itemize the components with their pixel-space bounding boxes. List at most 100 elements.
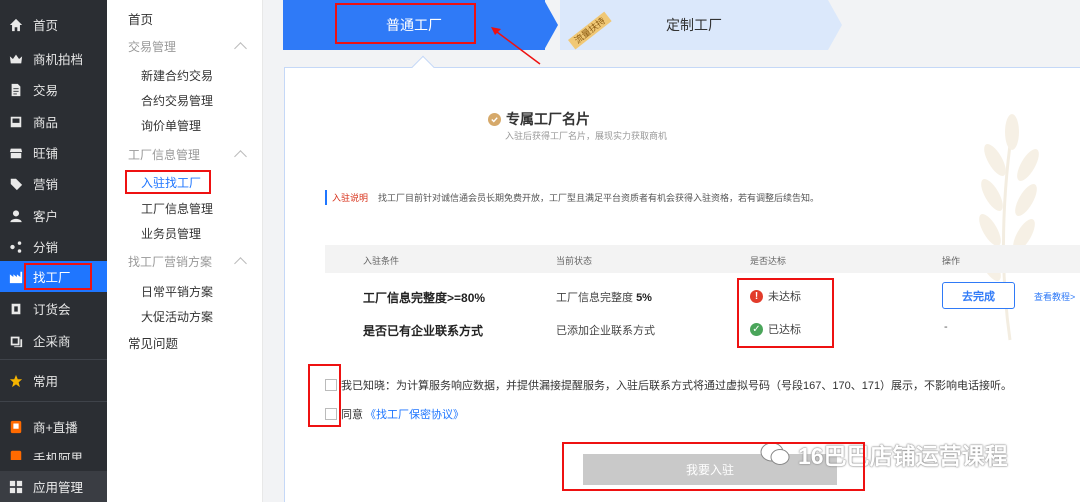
- live-icon: [8, 419, 24, 435]
- sidebar-item-label: 旺铺: [33, 147, 59, 161]
- sidebar-item-order-fair[interactable]: 订货会: [0, 293, 107, 324]
- sidebar-item-live[interactable]: 商+直播: [0, 411, 107, 442]
- view-tutorial-link[interactable]: 查看教程>: [1034, 290, 1075, 303]
- sidebar-item-favorites[interactable]: 常用: [0, 365, 107, 396]
- sidebar-item-label: 手机阿里: [33, 452, 84, 460]
- tab-arrow: [828, 0, 842, 50]
- condition-text: 工厂信息完整度>=80%: [363, 291, 486, 305]
- status-text: 工厂信息完整度 5%: [556, 289, 652, 305]
- share-icon: [8, 239, 24, 255]
- phone-icon: [8, 448, 24, 460]
- status-value: 5%: [636, 292, 652, 304]
- crown-icon: [8, 51, 24, 67]
- submenu-group-trade[interactable]: 交易管理: [128, 38, 253, 55]
- tag-icon: [8, 176, 24, 192]
- submenu-group-label: 找工厂营销方案: [128, 255, 213, 269]
- sidebar-item-label: 常用: [33, 375, 59, 389]
- sidebar-item-app-management[interactable]: 应用管理: [0, 471, 107, 502]
- sidebar-item-label: 订货会: [33, 303, 71, 317]
- sidebar-item-label: 应用管理: [33, 481, 84, 495]
- column-header: 是否达标: [750, 256, 787, 266]
- submenu-group-label: 交易管理: [128, 40, 177, 54]
- annotation-box: [335, 3, 476, 44]
- sidebar-item-label: 企采商: [33, 335, 71, 349]
- sidebar-divider: [0, 401, 107, 402]
- status-prefix: 工厂信息完整度: [556, 292, 633, 304]
- sidebar-item-mobile[interactable]: 手机阿里: [0, 442, 107, 460]
- order-icon: [8, 301, 24, 317]
- sidebar-item-label: 商+直播: [33, 421, 78, 435]
- table-row: 是否已有企业联系方式 已添加企业联系方式 ✓ 已达标: [325, 322, 1080, 352]
- sidebar-item-customer[interactable]: 客户: [0, 200, 107, 231]
- submenu-group-marketing[interactable]: 找工厂营销方案: [128, 253, 253, 270]
- submenu-item-daily-plan[interactable]: 日常平销方案: [141, 283, 213, 300]
- sidebar-item-label: 客户: [33, 210, 59, 224]
- column-header: 当前状态: [556, 256, 593, 266]
- submenu-group-factory[interactable]: 工厂信息管理: [128, 146, 253, 163]
- notice-bar: 入驻说明 找工厂目前针对诚信通会员长期免费开放，工厂型且满足平台资质者有机会获得…: [325, 190, 819, 205]
- secondary-menu: 首页 交易管理 新建合约交易 合约交易管理 询价单管理 工厂信息管理 入驻找工厂…: [107, 0, 263, 502]
- submenu-item-factory-info[interactable]: 工厂信息管理: [141, 200, 213, 217]
- sidebar-item-partner[interactable]: 商机拍档: [0, 43, 107, 74]
- sidebar-item-marketing[interactable]: 营销: [0, 168, 107, 199]
- status-text: 已添加企业联系方式: [556, 325, 655, 337]
- annotation-box: [562, 442, 865, 491]
- card-title: 专属工厂名片: [488, 109, 590, 129]
- condition-text: 是否已有企业联系方式: [363, 324, 484, 338]
- sidebar-item-trade[interactable]: 交易: [0, 74, 107, 105]
- complete-button[interactable]: 去完成: [942, 282, 1015, 309]
- sidebar-item-label: 首页: [33, 19, 59, 33]
- user-icon: [8, 208, 24, 224]
- table-header: 入驻条件 当前状态 是否达标 操作: [325, 245, 1080, 273]
- annotation-arrow-icon: [491, 27, 541, 65]
- annotation-box: [308, 364, 341, 427]
- tab-label: 定制工厂: [666, 17, 722, 33]
- store-icon: [8, 145, 24, 161]
- notice-checkbox-label: 我已知晓：为计算服务响应数据，并提供漏接提醒服务，入驻后联系方式将通过虚拟号码（…: [341, 380, 1013, 392]
- factory-icon: [8, 269, 24, 285]
- sidebar-item-goods[interactable]: 商品: [0, 106, 107, 137]
- notice-text: 找工厂目前针对诚信通会员长期免费开放，工厂型且满足平台资质者有机会获得入驻资格，…: [378, 193, 820, 203]
- star-icon: [8, 373, 24, 389]
- chevron-up-icon: [234, 150, 247, 163]
- purchase-icon: [8, 333, 24, 349]
- sidebar-item-enterprise-purchase[interactable]: 企采商: [0, 325, 107, 356]
- submenu-group-label: 工厂信息管理: [128, 148, 201, 162]
- submenu-item-promotion-plan[interactable]: 大促活动方案: [141, 308, 213, 325]
- column-header: 操作: [942, 256, 961, 266]
- confidentiality-agreement-link[interactable]: 《找工厂保密协议》: [365, 406, 464, 422]
- card-title-text: 专属工厂名片: [506, 111, 590, 127]
- box-icon: [8, 114, 24, 130]
- notice-checkbox-row: 我已知晓：为计算服务响应数据，并提供漏接提醒服务，入驻后联系方式将通过虚拟号码（…: [325, 377, 1012, 393]
- chevron-up-icon: [234, 42, 247, 55]
- grid-icon: [8, 479, 24, 495]
- annotation-box: [24, 263, 92, 290]
- notice-label: 入驻说明: [332, 193, 369, 203]
- main-sidebar: 首页 商机拍档 交易 商品 旺铺 营销 客户 分销 找工厂 订货会 企采商 常用…: [0, 0, 107, 502]
- sidebar-item-label: 营销: [33, 178, 59, 192]
- card-subtitle: 入驻后获得工厂名片，展现实力获取商机: [505, 131, 668, 141]
- sidebar-item-label: 商机拍档: [33, 53, 84, 67]
- no-action-text: -: [944, 321, 948, 333]
- sidebar-item-label: 交易: [33, 84, 59, 98]
- submenu-home[interactable]: 首页: [128, 9, 153, 28]
- column-header: 入驻条件: [363, 256, 400, 266]
- sidebar-item-label: 商品: [33, 116, 59, 130]
- check-badge-icon: [488, 112, 501, 126]
- chevron-up-icon: [234, 257, 247, 270]
- agree-prefix: 同意: [341, 409, 363, 421]
- submenu-item-inquiry-management[interactable]: 询价单管理: [141, 117, 201, 134]
- sidebar-item-shop[interactable]: 旺铺: [0, 137, 107, 168]
- document-icon: [8, 82, 24, 98]
- submenu-item-contract-management[interactable]: 合约交易管理: [141, 92, 213, 109]
- annotation-box: [737, 278, 834, 348]
- sidebar-item-label: 分销: [33, 241, 59, 255]
- home-icon: [8, 17, 24, 33]
- submenu-item-salesperson[interactable]: 业务员管理: [141, 225, 201, 242]
- sidebar-divider: [0, 359, 107, 360]
- annotation-box: [125, 170, 211, 194]
- sidebar-item-home[interactable]: 首页: [0, 9, 107, 40]
- sidebar-item-distribution[interactable]: 分销: [0, 231, 107, 262]
- submenu-faq[interactable]: 常见问题: [128, 333, 178, 352]
- submenu-item-new-contract[interactable]: 新建合约交易: [141, 67, 213, 84]
